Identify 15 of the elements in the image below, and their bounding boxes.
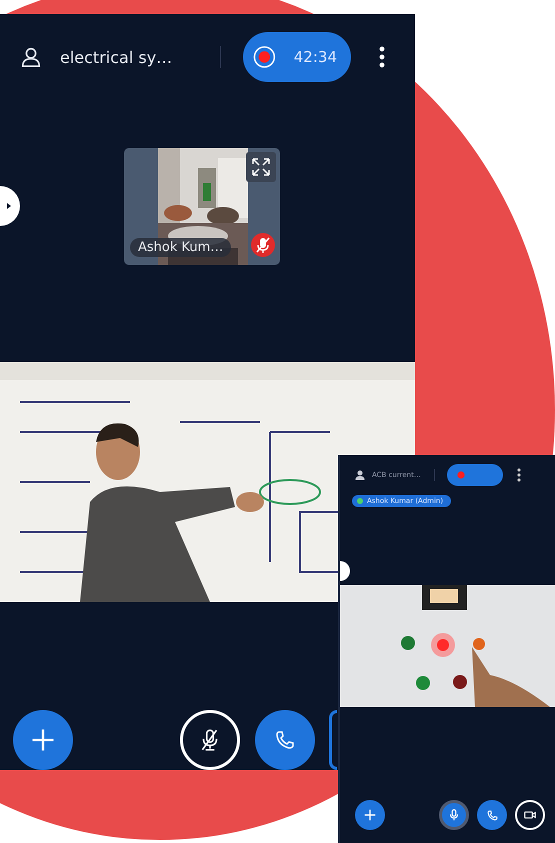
add-button[interactable] xyxy=(355,800,385,830)
phone-icon xyxy=(486,808,498,822)
microphone-button[interactable] xyxy=(439,800,469,830)
expand-icon xyxy=(251,157,271,177)
expand-button[interactable] xyxy=(246,152,276,182)
more-icon[interactable] xyxy=(517,468,521,482)
recording-button[interactable]: 42:34 xyxy=(243,32,351,82)
recording-button[interactable] xyxy=(447,464,503,486)
meeting-title: electrical sy… xyxy=(60,48,174,66)
call-button[interactable] xyxy=(477,800,507,830)
plus-icon xyxy=(363,808,377,822)
microphone-icon xyxy=(447,808,461,822)
more-icon[interactable] xyxy=(379,46,385,68)
participant-name: Ashok Kum… xyxy=(130,238,232,257)
user-icon xyxy=(20,46,42,68)
